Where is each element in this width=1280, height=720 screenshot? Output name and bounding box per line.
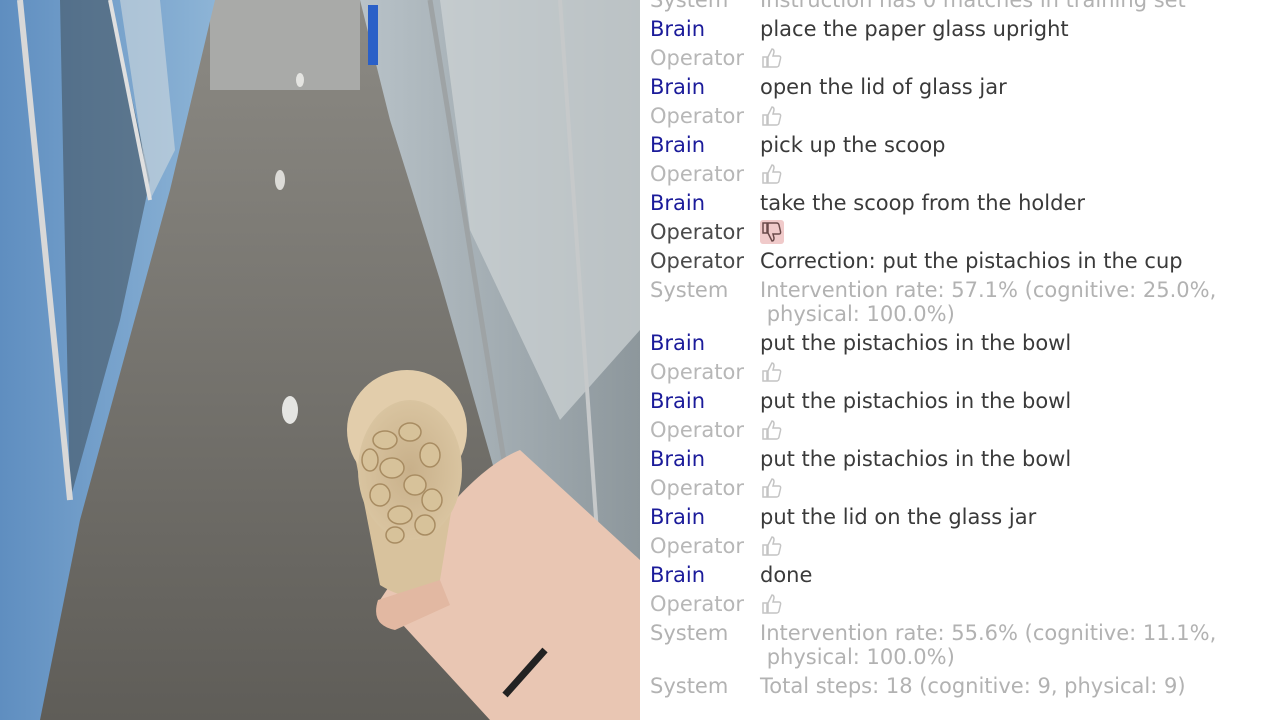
speaker-label: System: [650, 0, 729, 12]
message-text: take the scoop from the holder: [760, 191, 1085, 215]
log-row-system: System Total steps: 18 (cognitive: 9, ph…: [640, 674, 1280, 698]
speaker-label: Operator: [650, 46, 744, 70]
speaker-label: Brain: [650, 563, 706, 587]
speaker-label: System: [650, 621, 729, 645]
log-row-operator: Operator: [640, 162, 1280, 186]
message-text: place the paper glass upright: [760, 17, 1069, 41]
log-row-brain: Brain put the pistachios in the bowl: [640, 447, 1280, 471]
message-text: pick up the scoop: [760, 133, 946, 157]
message-text: done: [760, 563, 813, 587]
log-row-brain: Brain pick up the scoop: [640, 133, 1280, 157]
message-text: open the lid of glass jar: [760, 75, 1007, 99]
log-row-operator: Operator: [640, 360, 1280, 384]
thumbs-up-icon: [760, 534, 784, 558]
speaker-label: Operator: [650, 418, 744, 442]
log-row-system: System Intervention rate: 57.1% (cogniti…: [640, 278, 1280, 326]
speaker-label: Operator: [650, 360, 744, 384]
speaker-label: Brain: [650, 17, 706, 41]
speaker-label: Brain: [650, 331, 706, 355]
message-text: put the pistachios in the bowl: [760, 447, 1072, 471]
thumbs-up-icon: [760, 162, 784, 186]
thumbs-up-icon: [760, 104, 784, 128]
log-row-brain: Brain place the paper glass upright: [640, 17, 1280, 41]
log-row-brain: Brain put the pistachios in the bowl: [640, 389, 1280, 413]
dialogue-log: System Instruction has 0 matches in trai…: [640, 0, 1280, 720]
speaker-label: Operator: [650, 592, 744, 616]
log-row-operator: Operator: [640, 534, 1280, 558]
log-row-operator: Operator: [640, 418, 1280, 442]
speaker-label: Brain: [650, 505, 706, 529]
message-text: Intervention rate: 57.1% (cognitive: 25.…: [760, 278, 1217, 326]
speaker-label: Brain: [650, 133, 706, 157]
log-row-operator-correction: Operator Correction: put the pistachios …: [640, 249, 1280, 273]
log-row-system: System Intervention rate: 55.6% (cogniti…: [640, 621, 1280, 669]
log-row-brain: Brain put the pistachios in the bowl: [640, 331, 1280, 355]
speaker-label: Operator: [650, 534, 744, 558]
thumbs-up-icon: [760, 418, 784, 442]
message-text: Correction: put the pistachios in the cu…: [760, 249, 1183, 273]
log-row-operator: Operator: [640, 592, 1280, 616]
log-row-brain: Brain put the lid on the glass jar: [640, 505, 1280, 529]
log-row-brain: Brain open the lid of glass jar: [640, 75, 1280, 99]
message-text: Intervention rate: 55.6% (cognitive: 11.…: [760, 621, 1217, 669]
thumbs-up-icon: [760, 46, 784, 70]
camera-view: [0, 0, 640, 720]
camera-image: [0, 0, 640, 720]
thumbs-down-icon: [760, 220, 784, 244]
speaker-label: Operator: [650, 162, 744, 186]
speaker-label: Brain: [650, 389, 706, 413]
log-row-operator: Operator: [640, 220, 1280, 244]
message-text: Instruction has 0 matches in training se…: [760, 0, 1186, 12]
speaker-label: System: [650, 278, 729, 302]
speaker-label: System: [650, 674, 729, 698]
log-row-operator: Operator: [640, 104, 1280, 128]
log-row-brain: Brain done: [640, 563, 1280, 587]
speaker-label: Operator: [650, 104, 744, 128]
speaker-label: Brain: [650, 75, 706, 99]
speaker-label: Brain: [650, 191, 706, 215]
speaker-label: Brain: [650, 447, 706, 471]
thumbs-up-icon: [760, 360, 784, 384]
thumbs-up-icon: [760, 476, 784, 500]
message-text: put the lid on the glass jar: [760, 505, 1037, 529]
speaker-label: Operator: [650, 220, 744, 244]
log-row-operator: Operator: [640, 46, 1280, 70]
log-row-operator: Operator: [640, 476, 1280, 500]
log-row-system: System Instruction has 0 matches in trai…: [640, 0, 1280, 12]
message-text: put the pistachios in the bowl: [760, 389, 1072, 413]
thumbs-up-icon: [760, 592, 784, 616]
speaker-label: Operator: [650, 249, 744, 273]
log-row-brain: Brain take the scoop from the holder: [640, 191, 1280, 215]
message-text: Total steps: 18 (cognitive: 9, physical:…: [760, 674, 1186, 698]
message-text: put the pistachios in the bowl: [760, 331, 1072, 355]
speaker-label: Operator: [650, 476, 744, 500]
